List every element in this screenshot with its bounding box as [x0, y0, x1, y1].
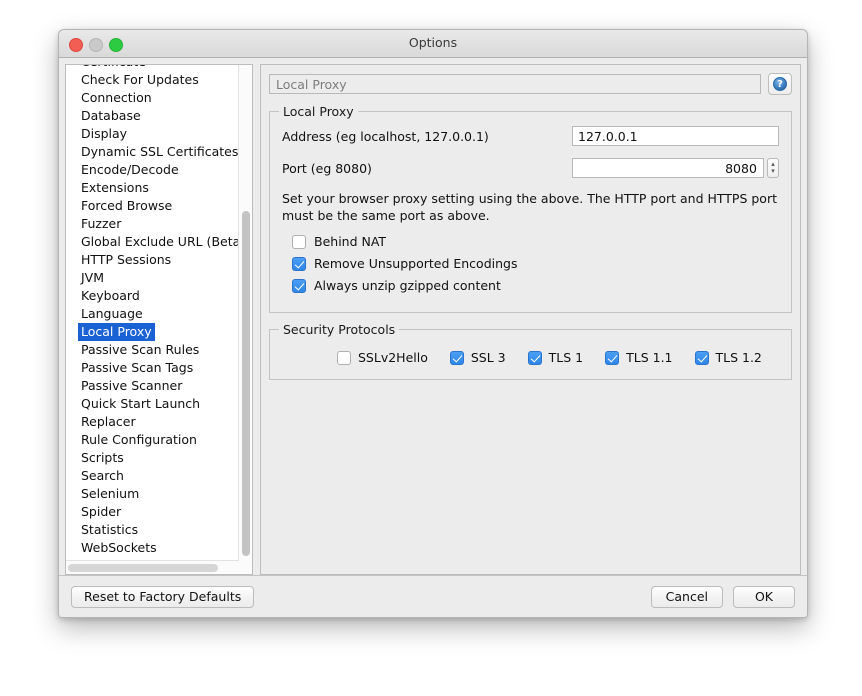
sidebar-row: Rule Configuration [78, 429, 239, 447]
sidebar-row: Database [78, 105, 239, 123]
security-protocol-checkbox-row: SSLv2Hello SSL 3 TLS 1 TLS 1.1 TLS 1.2 [337, 350, 779, 365]
checkbox-remove-unsupported-encodings[interactable]: Remove Unsupported Encodings [292, 256, 779, 271]
reset-to-factory-defaults-button[interactable]: Reset to Factory Defaults [71, 585, 255, 608]
proxy-description: Set your browser proxy setting using the… [282, 191, 777, 223]
cancel-button[interactable]: Cancel [650, 585, 723, 608]
checkbox-label: Always unzip gzipped content [314, 278, 501, 293]
stepper-down-icon[interactable]: ▾ [771, 168, 775, 175]
checkbox-tls-1-1[interactable]: TLS 1.1 [605, 350, 694, 365]
checkbox-tls-1[interactable]: TLS 1 [527, 350, 605, 365]
empty-checkbox-icon[interactable] [337, 350, 351, 365]
checkbox-label: TLS 1 [548, 350, 584, 365]
checkbox-label: SSL 3 [470, 350, 506, 365]
checkmark-icon[interactable] [292, 256, 306, 271]
sidebar-row: Scripts [78, 447, 239, 465]
checkbox-label: TLS 1.2 [715, 350, 762, 365]
sidebar-row: Search [78, 465, 239, 483]
sidebar-vertical-scroll-thumb[interactable] [242, 211, 250, 556]
sidebar-row: Fuzzer [78, 213, 239, 231]
port-input[interactable]: 8080 [572, 158, 764, 178]
address-label: Address (eg localhost, 127.0.0.1) [282, 128, 489, 144]
address-input[interactable]: 127.0.0.1 [572, 126, 779, 146]
checkmark-icon[interactable] [527, 350, 542, 365]
sidebar-row: Global Exclude URL (Beta [78, 231, 239, 249]
sidebar-row: Statistics [78, 519, 239, 537]
options-detail-panel: Local Proxy ? Local Proxy Address (eg lo… [260, 64, 801, 575]
security-protocols-group-title: Security Protocols [279, 322, 400, 337]
sidebar-row: Connection [78, 87, 239, 105]
checkbox-tls-1-2[interactable]: TLS 1.2 [694, 350, 784, 365]
dialog-footer: Reset to Factory Defaults Cancel OK [59, 575, 807, 617]
sidebar-row: Forced Browse [78, 195, 239, 213]
sidebar-row: Replacer [78, 411, 239, 429]
local-proxy-group: Local Proxy Address (eg localhost, 127.0… [269, 104, 792, 313]
sidebar-row: Extensions [78, 177, 239, 195]
sidebar-row: Passive Scan Tags [78, 357, 239, 375]
sidebar-row: Encode/Decode [78, 159, 239, 177]
checkbox-label: Remove Unsupported Encodings [314, 256, 518, 271]
checkbox-ssl-3[interactable]: SSL 3 [449, 350, 528, 365]
sidebar-horizontal-scroll-thumb[interactable] [68, 564, 218, 572]
window-title: Options [408, 35, 458, 50]
panel-name-field: Local Proxy [269, 74, 761, 94]
checkbox-always-unzip-gzipped-content[interactable]: Always unzip gzipped content [292, 278, 779, 293]
help-button[interactable]: ? [768, 73, 792, 95]
sidebar-row: Passive Scanner [78, 375, 239, 393]
sidebar-row: Spider [78, 501, 239, 519]
checkmark-icon[interactable] [694, 350, 709, 365]
sidebar-row: Display [78, 123, 239, 141]
checkbox-behind-nat[interactable]: Behind NAT [292, 234, 779, 249]
options-category-list[interactable]: CertificateCheck For UpdatesConnectionDa… [65, 64, 253, 575]
sidebar-row: Selenium [78, 483, 239, 501]
sidebar-row: Check For Updates [78, 69, 239, 87]
sidebar-scroll-corner [239, 561, 252, 574]
sidebar-row: Passive Scan Rules [78, 339, 239, 357]
checkbox-label: TLS 1.1 [626, 350, 673, 365]
category-list-viewport: CertificateCheck For UpdatesConnectionDa… [66, 65, 239, 561]
sidebar-row: Keyboard [78, 285, 239, 303]
sidebar-horizontal-scrollbar[interactable] [66, 560, 239, 574]
security-protocols-group: Security Protocols SSLv2Hello SSL 3 TLS 1 T… [269, 322, 792, 380]
checkmark-icon[interactable] [292, 278, 306, 293]
address-row: Address (eg localhost, 127.0.0.1) 127.0.… [282, 126, 779, 146]
checkbox-sslv2hello[interactable]: SSLv2Hello [337, 350, 450, 365]
checkbox-label: Behind NAT [314, 234, 387, 249]
sidebar-row: HTTP Sessions [78, 249, 239, 267]
checkmark-icon[interactable] [605, 350, 620, 365]
port-stepper[interactable]: ▴ ▾ [766, 158, 779, 178]
checkmark-icon[interactable] [449, 350, 464, 365]
sidebar-vertical-scrollbar[interactable] [238, 65, 252, 561]
sidebar-row: WebSockets [78, 537, 239, 555]
ok-button[interactable]: OK [733, 585, 795, 608]
proxy-checkbox-group: Behind NAT Remove Unsupported Encodings Al… [282, 234, 779, 293]
sidebar-row: Quick Start Launch [78, 393, 239, 411]
local-proxy-group-title: Local Proxy [279, 104, 358, 119]
sidebar-row: Language [78, 303, 239, 321]
sidebar-row: JVM [78, 267, 239, 285]
footer-actions: Cancel OK [650, 585, 795, 608]
window-body: CertificateCheck For UpdatesConnectionDa… [59, 58, 807, 575]
help-question-icon: ? [773, 77, 787, 91]
panel-header: Local Proxy ? [269, 73, 792, 95]
empty-checkbox-icon[interactable] [292, 234, 306, 249]
port-label: Port (eg 8080) [282, 160, 372, 176]
sidebar-row: Dynamic SSL Certificates [78, 141, 239, 159]
options-window: Options CertificateCheck For UpdatesConn… [58, 29, 808, 618]
checkbox-label: SSLv2Hello [358, 350, 428, 365]
port-row: Port (eg 8080) 8080 ▴ ▾ [282, 158, 779, 178]
window-titlebar: Options [59, 30, 807, 58]
sidebar-row: Local Proxy [78, 321, 239, 341]
